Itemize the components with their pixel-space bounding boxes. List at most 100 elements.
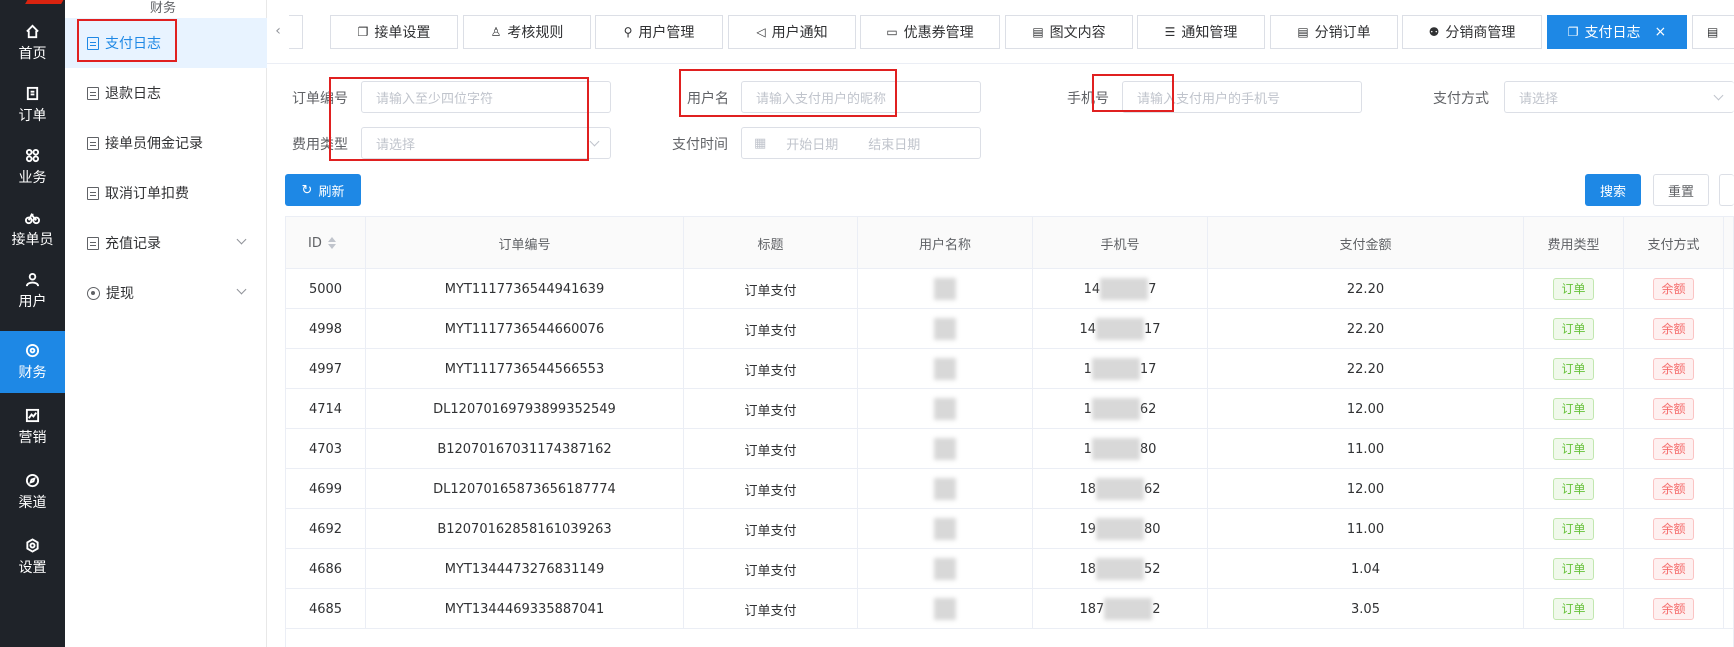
subnav-item-cancel-fee[interactable]: 取消订单扣费 xyxy=(65,168,267,218)
redacted-username xyxy=(934,558,956,580)
cell-pay-method: 余额 xyxy=(1624,469,1724,509)
pay-time-range[interactable]: ▦ 开始日期 结束日期 xyxy=(741,127,981,159)
nav-item-finance[interactable]: 财务 xyxy=(0,331,65,393)
cell-id: 4714 xyxy=(286,389,366,429)
doc-icon xyxy=(87,236,99,250)
subnav-title: 财务 xyxy=(150,1,177,16)
redacted-phone xyxy=(1096,558,1144,580)
nav-item-courier[interactable]: 接单员 xyxy=(0,198,65,260)
tab-notice-management[interactable]: ☰ 通知管理 xyxy=(1137,15,1265,49)
pay-method-tag: 余额 xyxy=(1653,518,1694,540)
cell-user xyxy=(858,429,1033,469)
nav-item-home[interactable]: 首页 xyxy=(0,12,65,74)
cell-amount: 1.04 xyxy=(1208,549,1524,589)
phone-visible-start: 14 xyxy=(1079,321,1096,337)
sort-icon[interactable] xyxy=(327,237,336,249)
fee-type-select[interactable]: 请选择 xyxy=(361,127,611,159)
nav-item-channel[interactable]: 渠道 xyxy=(0,461,65,523)
subnav-item-recharge[interactable]: 充值记录 xyxy=(65,218,267,268)
phone-input[interactable]: 请输入支付用户的手机号 xyxy=(1122,81,1362,113)
order-no-label: 订单编号 xyxy=(292,91,348,107)
redacted-username xyxy=(934,598,956,620)
tab-user-management[interactable]: ⚲ 用户管理 xyxy=(595,15,723,49)
doc-icon: ▤ xyxy=(1707,25,1719,39)
nav-label: 营销 xyxy=(18,430,47,446)
cell-phone: 18 62 xyxy=(1033,469,1208,509)
extra-button-partial[interactable] xyxy=(1719,174,1734,206)
redacted-username xyxy=(934,398,956,420)
fee-type-tag: 订单 xyxy=(1553,558,1594,580)
end-date-input[interactable]: 结束日期 xyxy=(858,134,930,153)
tab-order-settings[interactable]: ❐ 接单设置 xyxy=(330,15,458,49)
table-row[interactable]: 4703 B12070167031174387162 订单支付 1 80 11.00 订单 余… xyxy=(286,429,1733,469)
subnav-item-payment-log[interactable]: 支付日志 xyxy=(65,18,267,68)
cell-title: 订单支付 xyxy=(684,589,858,629)
subnav-label: 充值记录 xyxy=(105,236,161,252)
cell-amount: 12.00 xyxy=(1208,469,1524,509)
tab-coupon-management[interactable]: ▭ 优惠券管理 xyxy=(860,15,1000,49)
th-id[interactable]: ID xyxy=(286,217,366,269)
phone-visible-end: 2 xyxy=(1152,601,1161,617)
tab-distribution-orders[interactable]: ▤ 分销订单 xyxy=(1270,15,1398,49)
table-row[interactable]: 4714 DL12070169793899352549 订单支付 1 62 12.00 订单… xyxy=(286,389,1733,429)
subnav-item-refund-log[interactable]: 退款日志 xyxy=(65,68,267,118)
cell-amount: 11.00 xyxy=(1208,429,1524,469)
doc-icon xyxy=(87,186,99,200)
nav-item-settings[interactable]: 设置 xyxy=(0,526,65,588)
tab-partial[interactable] xyxy=(289,15,303,49)
th-title: 标题 xyxy=(684,217,858,269)
chart-icon xyxy=(25,407,41,423)
table-row[interactable]: 4692 B12070162858161039263 订单支付 19 80 11.00 订单… xyxy=(286,509,1733,549)
table-row[interactable]: 4699 DL12070165873656187774 订单支付 18 62 12.00 订… xyxy=(286,469,1733,509)
redacted-phone xyxy=(1091,358,1140,380)
cell-title: 订单支付 xyxy=(684,509,858,549)
search-button[interactable]: 搜索 xyxy=(1585,174,1641,206)
cell-amount: 12.00 xyxy=(1208,389,1524,429)
nav-item-marketing[interactable]: 营销 xyxy=(0,396,65,458)
pay-method-select[interactable]: 请选择 xyxy=(1504,81,1734,113)
table-row[interactable]: 4997 MYT1117736544566553 订单支付 1 17 22.20 订单 余额 xyxy=(286,349,1733,389)
nav-item-order[interactable]: 订单 xyxy=(0,74,65,136)
cell-pay-method: 余额 xyxy=(1624,389,1724,429)
tab-content[interactable]: ▤ 图文内容 xyxy=(1005,15,1133,49)
subnav-item-commission[interactable]: 接单员佣金记录 xyxy=(65,118,267,168)
username-input[interactable]: 请输入支付用户的昵称 xyxy=(741,81,981,113)
pay-method-tag: 余额 xyxy=(1653,598,1694,620)
tab-payment-log[interactable]: ❐ 支付日志 × xyxy=(1547,15,1687,49)
coupon-icon: ▭ xyxy=(886,25,898,39)
phone-visible-end: 17 xyxy=(1139,361,1157,377)
tabs-scroll-left-icon[interactable]: ‹ xyxy=(267,15,289,47)
order-no-input[interactable]: 请输入至少四位字符 xyxy=(361,81,611,113)
tab-assessment-rules[interactable]: ♙ 考核规则 xyxy=(463,15,591,49)
tab-distributor-management[interactable]: ⚉ 分销商管理 xyxy=(1402,15,1542,49)
cell-fee-type: 订单 xyxy=(1524,349,1624,389)
nav-label: 财务 xyxy=(18,365,47,381)
table-row[interactable]: 4686 MYT1344473276831149 订单支付 18 52 1.04 订单 余额 xyxy=(286,549,1733,589)
cell-title: 订单支付 xyxy=(684,469,858,509)
cell-id: 4685 xyxy=(286,589,366,629)
table-row[interactable]: 5000 MYT1117736544941639 订单支付 14 7 22.20 订单 余额 xyxy=(286,269,1733,309)
cell-phone: 1 80 xyxy=(1033,429,1208,469)
nav-item-user[interactable]: 用户 xyxy=(0,260,65,322)
doc-icon: ▤ xyxy=(1297,25,1309,39)
logo xyxy=(25,0,67,4)
phone-visible-start: 187 xyxy=(1079,601,1105,617)
cell-phone: 14 7 xyxy=(1033,269,1208,309)
reset-button[interactable]: 重置 xyxy=(1653,174,1709,206)
cell-pay-method: 余额 xyxy=(1624,589,1724,629)
table-row[interactable]: 4685 MYT1344469335887041 订单支付 187 2 3.05 订单 余额 xyxy=(286,589,1733,629)
refresh-button[interactable]: ↻ 刷新 xyxy=(285,174,361,206)
list-icon: ☰ xyxy=(1164,25,1176,39)
table-row[interactable]: 4998 MYT1117736544660076 订单支付 14 17 22.20 订单 余额 xyxy=(286,309,1733,349)
close-icon[interactable]: × xyxy=(1655,24,1667,40)
subnav-item-withdraw[interactable]: 提现 xyxy=(65,268,267,318)
subnav-label: 接单员佣金记录 xyxy=(105,136,203,152)
tab-user-notify[interactable]: ◁ 用户通知 xyxy=(728,15,856,49)
tab-partial-right[interactable]: ▤ xyxy=(1692,15,1734,49)
phone-visible-end: 62 xyxy=(1144,481,1161,497)
redacted-phone xyxy=(1100,278,1149,300)
user-icon xyxy=(25,271,41,287)
nav-item-business[interactable]: 业务 xyxy=(0,136,65,198)
start-date-input[interactable]: 开始日期 xyxy=(776,134,848,153)
cell-user xyxy=(858,389,1033,429)
